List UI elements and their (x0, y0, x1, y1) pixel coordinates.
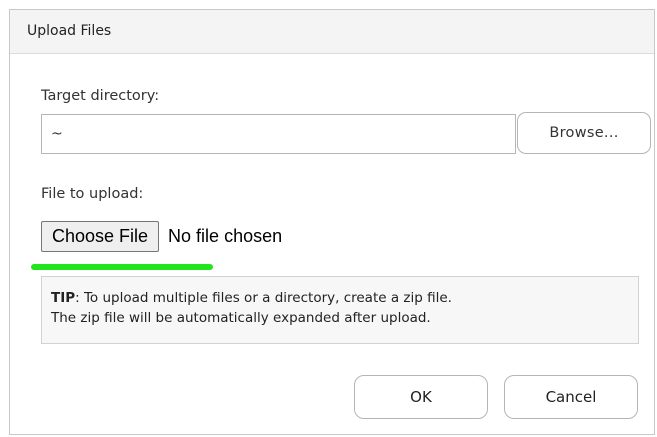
tip-box: TIP: To upload multiple files or a direc… (41, 276, 639, 344)
ok-button[interactable]: OK (354, 375, 488, 419)
dialog-title: Upload Files (27, 23, 112, 39)
file-status-text: No file chosen (168, 225, 283, 246)
target-directory-label: Target directory: (41, 88, 160, 104)
dialog-title-bar: Upload Files (10, 10, 654, 54)
choose-file-button[interactable]: Choose File (41, 220, 160, 252)
tip-line-1: TIP: To upload multiple files or a direc… (51, 288, 629, 308)
tip-prefix: TIP (51, 290, 76, 306)
tip-text: : To upload multiple files or a director… (75, 290, 452, 306)
cancel-button[interactable]: Cancel (504, 375, 638, 419)
tip-line-2: The zip file will be automatically expan… (51, 310, 431, 326)
upload-files-dialog: Upload Files Target directory: ~ Browse.… (9, 9, 655, 435)
highlight-underline (31, 264, 213, 270)
target-directory-value: ~ (51, 126, 63, 142)
file-input[interactable]: Choose File No file chosen (41, 220, 282, 252)
browse-button[interactable]: Browse... (517, 112, 651, 154)
target-directory-input[interactable]: ~ (41, 114, 516, 154)
file-to-upload-label: File to upload: (41, 186, 144, 202)
